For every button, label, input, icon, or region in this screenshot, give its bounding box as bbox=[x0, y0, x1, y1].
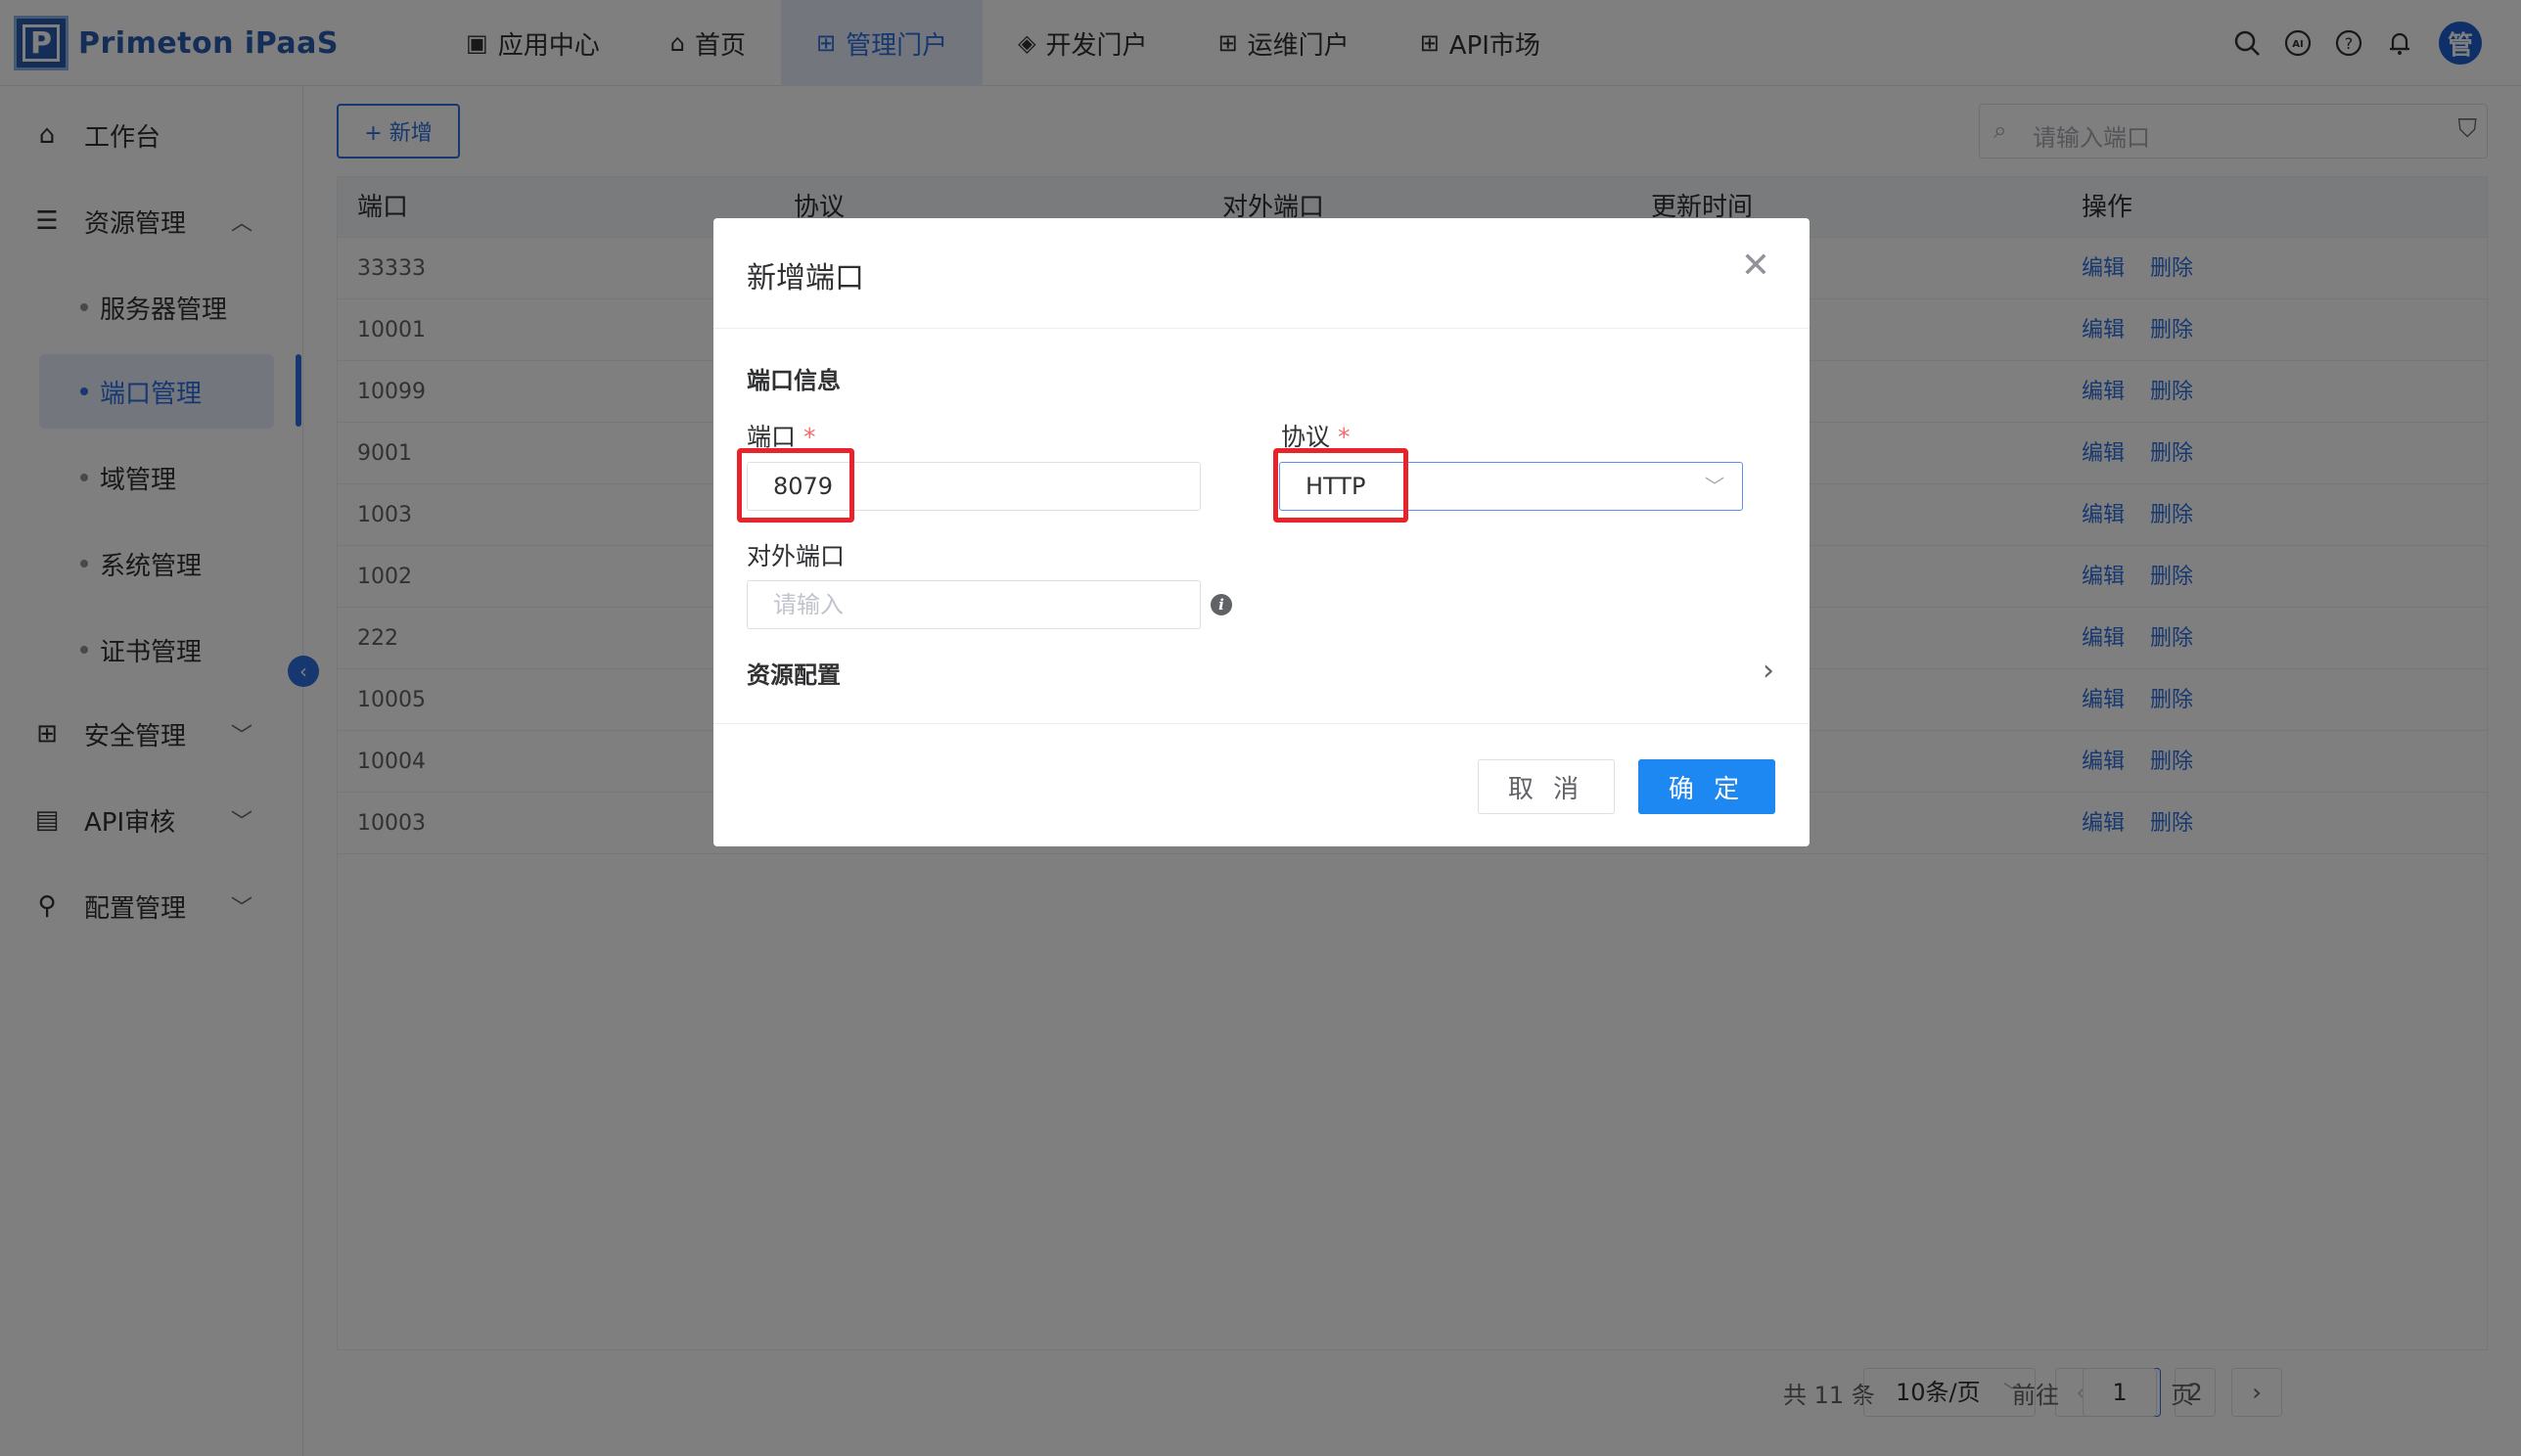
port-highlight-box bbox=[737, 448, 854, 523]
protocol-highlight-box bbox=[1273, 448, 1408, 523]
dialog-footer-divider bbox=[713, 723, 1810, 724]
add-port-dialog: 新增端口 ✕ 端口信息 端口 * 8079 协议 * HTTP ﹀ 对外端口 请输入… bbox=[713, 218, 1810, 846]
external-port-input[interactable]: 请输入 bbox=[747, 580, 1201, 629]
chevron-right-icon: › bbox=[1763, 654, 1774, 688]
dialog-title: 新增端口 bbox=[747, 261, 864, 296]
resource-config-row[interactable]: 资源配置 › bbox=[747, 654, 1774, 693]
required-mark: * bbox=[803, 423, 816, 451]
confirm-button[interactable]: 确 定 bbox=[1638, 759, 1775, 814]
info-icon[interactable]: i bbox=[1211, 594, 1232, 615]
section-port-info: 端口信息 bbox=[747, 367, 841, 394]
section-resource-config: 资源配置 bbox=[747, 661, 841, 689]
external-port-label: 对外端口 bbox=[747, 542, 846, 570]
chevron-down-icon: ﹀ bbox=[1705, 475, 1724, 498]
required-mark: * bbox=[1338, 423, 1351, 451]
close-icon[interactable]: ✕ bbox=[1741, 246, 1770, 286]
cancel-button[interactable]: 取 消 bbox=[1478, 759, 1615, 814]
dialog-header-divider bbox=[713, 328, 1810, 329]
